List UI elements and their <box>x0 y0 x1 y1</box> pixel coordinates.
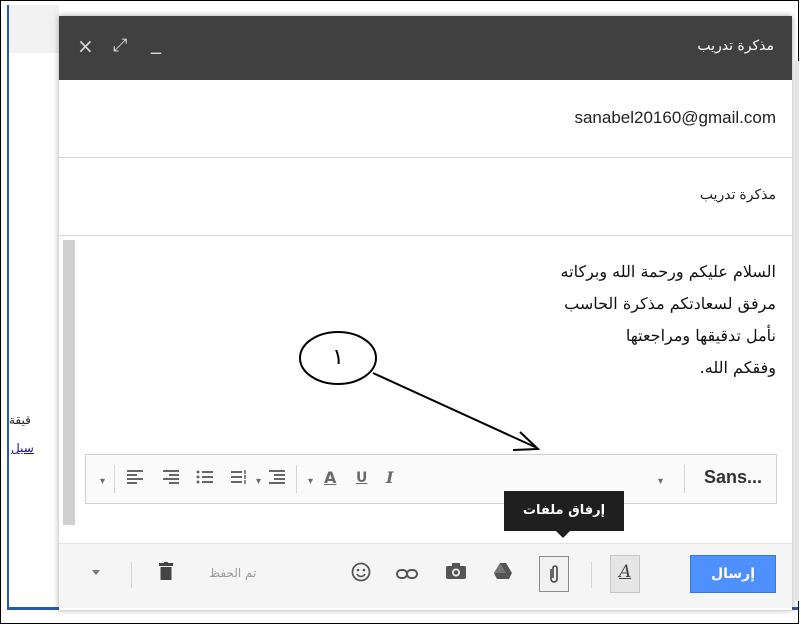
compose-window: × ⤢ _ مذكرة تدريب sanabel20160@gmail.com… <box>59 16 792 610</box>
body-scrollbar[interactable] <box>63 240 75 525</box>
indent-icon[interactable] <box>268 469 286 489</box>
body-line-4: وفقكم الله. <box>699 358 776 377</box>
compose-titlebar[interactable]: × ⤢ _ مذكرة تدريب <box>59 16 792 80</box>
minimize-icon[interactable]: _ <box>151 32 161 52</box>
formatting-toolbar: ▾ ▾ ▾ A U I ▾ Sans... <box>85 454 777 504</box>
background-link[interactable]: سيل <box>11 441 34 455</box>
compose-title: مذكرة تدريب <box>697 38 774 54</box>
subject-text: مذكرة تدريب <box>699 186 776 202</box>
close-icon[interactable]: × <box>77 36 94 56</box>
emoji-icon[interactable] <box>351 562 371 586</box>
body-line-1: السلام عليكم ورحمة الله وبركاته <box>560 262 776 281</box>
screenshot-frame: قيقة سيل × ⤢ _ مذكرة تدريب sanabel20160@… <box>0 0 799 624</box>
toolbar-divider <box>296 465 297 493</box>
photo-icon[interactable] <box>445 562 467 584</box>
background-scroll-strip <box>795 61 799 601</box>
chevron-down-icon[interactable] <box>92 570 100 575</box>
toolbar-divider <box>114 465 115 493</box>
font-selector[interactable]: Sans... <box>704 467 762 488</box>
to-field[interactable]: sanabel20160@gmail.com <box>59 80 792 158</box>
background-text: قيقة <box>9 413 31 427</box>
text-color-dropdown[interactable]: ▾ <box>308 473 313 491</box>
formatting-options-button[interactable]: A <box>610 555 640 593</box>
body-line-3: نأمل تدقيقها ومراجعتها <box>625 326 776 345</box>
bottom-divider <box>131 562 132 588</box>
italic-icon[interactable]: I <box>386 469 393 487</box>
message-text: السلام عليكم ورحمة الله وبركاته مرفق لسع… <box>561 256 776 384</box>
expand-icon[interactable]: ⤢ <box>113 36 127 56</box>
align-dropdown[interactable]: ▾ <box>256 473 261 491</box>
body-line-2: مرفق لسعادتكم مذكرة الحاسب <box>564 294 776 313</box>
drive-icon[interactable] <box>493 562 513 584</box>
attach-icon <box>550 565 558 583</box>
numbered-list-icon[interactable] <box>230 469 248 489</box>
subject-field[interactable]: مذكرة تدريب <box>59 158 792 236</box>
bottom-divider <box>591 562 592 588</box>
send-button[interactable]: إرسال <box>690 555 776 593</box>
toolbar-divider <box>684 465 685 493</box>
font-dropdown-arrow[interactable]: ▾ <box>658 473 663 491</box>
align-right-icon[interactable] <box>162 469 180 489</box>
tooltip-arrow <box>556 531 570 538</box>
link-icon[interactable] <box>396 562 418 584</box>
underline-icon[interactable]: U <box>356 469 367 487</box>
attach-files-tooltip: إرفاق ملفات <box>504 491 624 531</box>
bulleted-list-icon[interactable] <box>196 469 214 489</box>
callout-number: ١ <box>332 345 344 370</box>
more-formatting-dropdown[interactable]: ▾ <box>100 473 105 491</box>
compose-bottom-bar: إرسال A تم الحفظ <box>59 543 792 608</box>
saved-status: تم الحفظ <box>209 566 257 580</box>
format-text-icon: A <box>619 562 632 582</box>
align-left-icon[interactable] <box>126 469 144 489</box>
background-toolbar-strip <box>9 5 59 53</box>
text-color-icon[interactable]: A <box>324 469 336 487</box>
attach-files-button[interactable] <box>539 556 569 592</box>
trash-icon[interactable] <box>159 562 173 584</box>
recipient-address: sanabel20160@gmail.com <box>574 108 776 127</box>
